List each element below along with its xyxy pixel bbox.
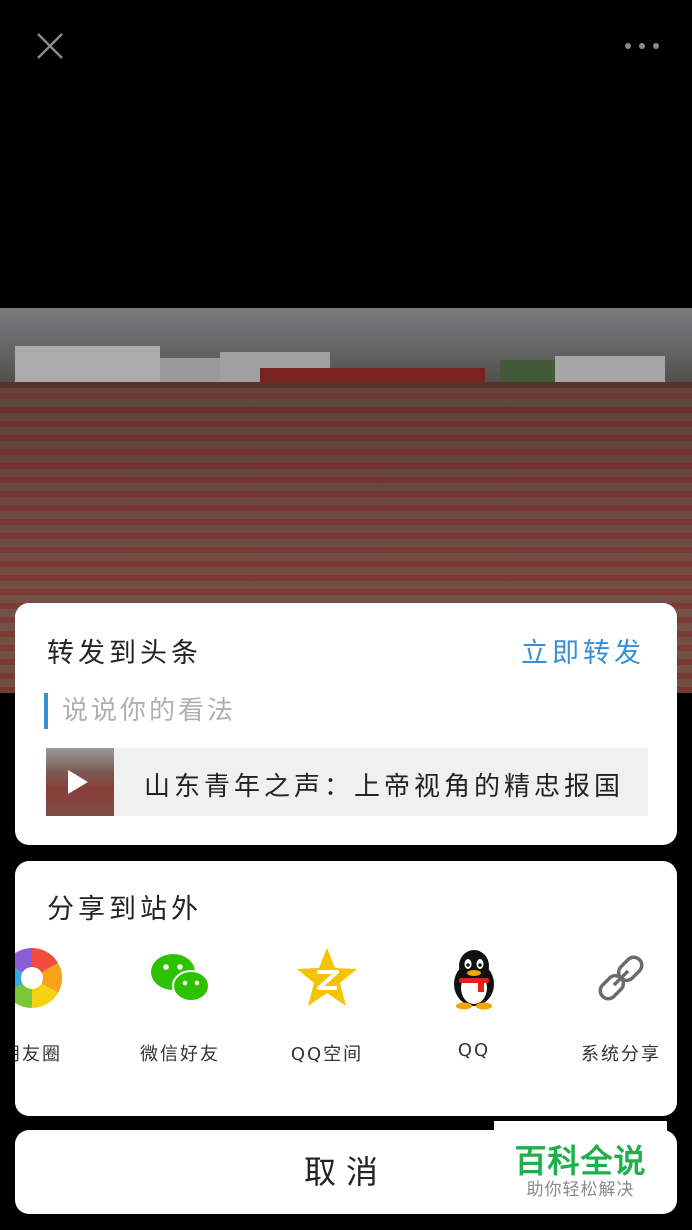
share-qzone-button[interactable]: QQ空间 — [267, 946, 387, 1076]
share-label-qq: QQ — [457, 1040, 491, 1061]
share-wechat-button[interactable]: 微信好友 — [120, 946, 240, 1076]
repost-title: 转发到头条 — [47, 638, 202, 669]
share-label-wechat: 微信好友 — [140, 1044, 220, 1065]
comment-input[interactable] — [44, 693, 644, 729]
share-label-system: 系统分享 — [581, 1044, 661, 1065]
top-bar — [0, 0, 692, 92]
repost-panel: 转发到头条 立即转发 山东青年之声：上帝视角的精忠报国 — [15, 603, 677, 845]
share-panel: 分享到站外 朋友圈 微信好友 — [15, 861, 677, 1116]
qzone-icon — [297, 948, 357, 1006]
article-preview[interactable]: 山东青年之声：上帝视角的精忠报国 — [46, 748, 648, 816]
close-icon — [37, 33, 63, 59]
moments-icon — [15, 947, 63, 1009]
article-title: 山东青年之声：上帝视角的精忠报国 — [144, 772, 625, 802]
close-button[interactable] — [28, 24, 72, 68]
more-options-button[interactable] — [618, 30, 668, 62]
wechat-icon — [151, 954, 210, 1002]
play-icon — [68, 770, 88, 794]
watermark-logo: 百科全说 助你轻松解决 — [494, 1121, 667, 1206]
share-system-button[interactable]: 系统分享 — [561, 946, 677, 1076]
link-icon — [598, 955, 644, 1001]
share-label-qzone: QQ空间 — [290, 1044, 364, 1065]
watermark-sub-text: 助你轻松解决 — [526, 1180, 635, 1200]
share-moments-button[interactable]: 朋友圈 — [15, 946, 92, 1076]
share-label-moments: 朋友圈 — [15, 1044, 62, 1065]
repost-now-button[interactable]: 立即转发 — [521, 631, 645, 670]
more-dots-icon — [625, 43, 659, 49]
article-thumbnail — [46, 748, 114, 816]
share-title: 分享到站外 — [47, 894, 202, 925]
share-qq-button[interactable]: QQ — [414, 946, 534, 1076]
qq-icon — [454, 950, 494, 1010]
